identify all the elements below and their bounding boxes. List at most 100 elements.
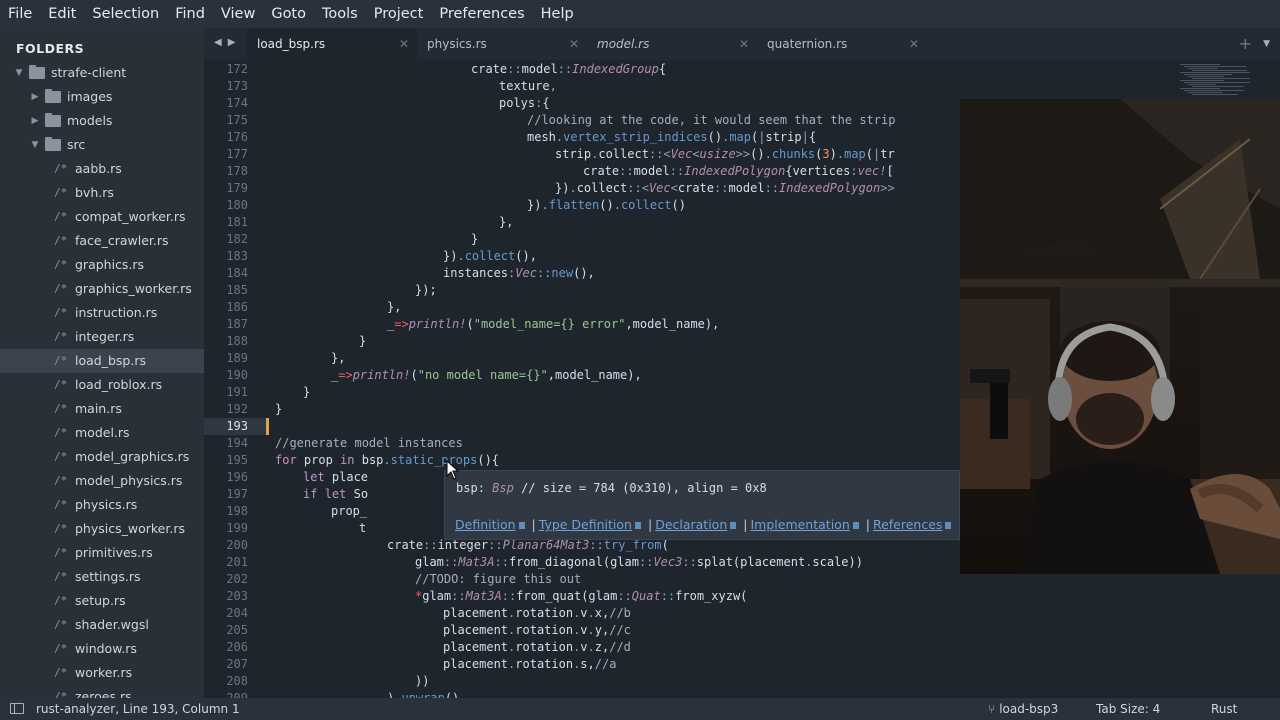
branch-icon: ⑂ — [988, 702, 996, 716]
menu-help[interactable]: Help — [533, 0, 582, 28]
tab-next-icon[interactable]: ▶ — [228, 37, 236, 48]
tree-file-instruction-rs[interactable]: /* instruction.rs — [0, 301, 204, 325]
menu-file[interactable]: File — [0, 0, 40, 28]
tree-item-label: physics_worker.rs — [75, 521, 185, 536]
menu-preferences[interactable]: Preferences — [431, 0, 532, 28]
file-icon: /* — [54, 378, 68, 391]
line-number: 175 — [226, 113, 248, 127]
file-icon: /* — [54, 330, 68, 343]
tree-file-integer-rs[interactable]: /* integer.rs — [0, 325, 204, 349]
tree-file-setup-rs[interactable]: /* setup.rs — [0, 589, 204, 613]
tree-file-model-physics-rs[interactable]: /* model_physics.rs — [0, 469, 204, 493]
chevron-right-icon[interactable]: ▶ — [30, 109, 40, 133]
file-icon: /* — [54, 450, 68, 463]
chevron-down-icon[interactable]: ▼ — [14, 61, 24, 85]
tree-folder-src[interactable]: ▼ src — [0, 133, 204, 157]
close-icon[interactable]: ✕ — [399, 28, 409, 60]
menu-tools[interactable]: Tools — [314, 0, 366, 28]
chevron-right-icon[interactable]: ▶ — [30, 85, 40, 109]
close-icon[interactable]: ✕ — [739, 28, 749, 60]
tab-load-bsp-rs[interactable]: load_bsp.rs ✕ — [247, 28, 417, 60]
code-line: } — [303, 385, 311, 399]
new-tab-icon[interactable]: + — [1239, 28, 1252, 60]
line-number: 207 — [226, 657, 248, 671]
tree-file-load-roblox-rs[interactable]: /* load_roblox.rs — [0, 373, 204, 397]
file-icon: /* — [54, 474, 68, 487]
menu-goto[interactable]: Goto — [263, 0, 314, 28]
line-number: 194 — [226, 436, 248, 450]
tree-folder-images[interactable]: ▶ images — [0, 85, 204, 109]
tree-file-main-rs[interactable]: /* main.rs — [0, 397, 204, 421]
tree-file-settings-rs[interactable]: /* settings.rs — [0, 565, 204, 589]
panel-toggle-icon[interactable] — [10, 703, 24, 714]
tree-file-load-bsp-rs[interactable]: /* load_bsp.rs — [0, 349, 204, 373]
tree-file-graphics-rs[interactable]: /* graphics.rs — [0, 253, 204, 277]
line-number: 195 — [226, 453, 248, 467]
line-number: 209 — [226, 691, 248, 698]
code-line: strip.collect::<Vec<usize>>().chunks(3).… — [555, 147, 895, 161]
tree-item-label: model_physics.rs — [75, 473, 183, 488]
tab-quaternion-rs[interactable]: quaternion.rs ✕ — [757, 28, 927, 60]
tree-file-shader-wgsl[interactable]: /* shader.wgsl — [0, 613, 204, 637]
hover-link-declaration[interactable]: Declaration — [655, 517, 727, 532]
tree-file-zeroes-rs[interactable]: /* zeroes.rs — [0, 685, 204, 698]
menu-project[interactable]: Project — [366, 0, 432, 28]
tree-file-compat-worker-rs[interactable]: /* compat_worker.rs — [0, 205, 204, 229]
close-icon[interactable]: ✕ — [909, 28, 919, 60]
line-number: 206 — [226, 640, 248, 654]
tab-nav-arrows[interactable]: ◀ ▶ — [214, 28, 241, 60]
file-icon: /* — [54, 618, 68, 631]
menu-bar: File Edit Selection Find View Goto Tools Projec… — [0, 0, 1280, 28]
line-number: 205 — [226, 623, 248, 637]
minimap-line — [1180, 88, 1220, 89]
code-line: placement.rotation.v.y,//c — [443, 623, 631, 637]
menu-view[interactable]: View — [213, 0, 263, 28]
hover-signature-type: Bsp — [492, 481, 514, 495]
chevron-down-icon[interactable]: ▼ — [30, 133, 40, 157]
code-line: }); — [415, 283, 437, 297]
tree-folder-strafe-client[interactable]: ▼ strafe-client — [0, 61, 204, 85]
hover-link-definition[interactable]: Definition — [455, 517, 516, 532]
tree-file-face-crawler-rs[interactable]: /* face_crawler.rs — [0, 229, 204, 253]
tree-folder-models[interactable]: ▶ models — [0, 109, 204, 133]
line-number: 187 — [226, 317, 248, 331]
file-icon: /* — [54, 186, 68, 199]
tree-file-graphics-worker-rs[interactable]: /* graphics_worker.rs — [0, 277, 204, 301]
tree-item-label: physics.rs — [75, 497, 138, 512]
tree-file-model-graphics-rs[interactable]: /* model_graphics.rs — [0, 445, 204, 469]
tree-file-physics-worker-rs[interactable]: /* physics_worker.rs — [0, 517, 204, 541]
tree-file-model-rs[interactable]: /* model.rs — [0, 421, 204, 445]
menu-find[interactable]: Find — [167, 0, 213, 28]
minimap[interactable] — [1172, 60, 1272, 100]
tab-prev-icon[interactable]: ◀ — [214, 37, 222, 48]
tree-file-window-rs[interactable]: /* window.rs — [0, 637, 204, 661]
line-number: 192 — [226, 402, 248, 416]
tab-label: model.rs — [597, 37, 650, 51]
tab-model-rs[interactable]: model.rs ✕ — [587, 28, 757, 60]
menu-selection[interactable]: Selection — [84, 0, 167, 28]
tab-size[interactable]: Tab Size: 4 — [1096, 698, 1160, 720]
tree-file-worker-rs[interactable]: /* worker.rs — [0, 661, 204, 685]
line-number: 197 — [226, 487, 248, 501]
syntax-mode[interactable]: Rust — [1211, 698, 1237, 720]
hover-link-implementation[interactable]: Implementation — [750, 517, 849, 532]
tree-item-label: window.rs — [75, 641, 137, 656]
tree-file-physics-rs[interactable]: /* physics.rs — [0, 493, 204, 517]
code-line: } — [275, 402, 283, 416]
hover-popup: bsp: Bsp // size = 784 (0x310), align = … — [444, 470, 1017, 540]
file-icon: /* — [54, 354, 68, 367]
tree-file-aabb-rs[interactable]: /* aabb.rs — [0, 157, 204, 181]
hover-link-references[interactable]: References — [873, 517, 942, 532]
hover-link-type-definition[interactable]: Type Definition — [539, 517, 632, 532]
close-icon[interactable]: ✕ — [569, 28, 579, 60]
tab-physics-rs[interactable]: physics.rs ✕ — [417, 28, 587, 60]
tab-list-icon[interactable]: ▼ — [1263, 28, 1270, 60]
minimap-line — [1180, 80, 1224, 81]
git-branch[interactable]: ⑂ load-bsp3 — [988, 698, 1058, 720]
menu-edit[interactable]: Edit — [40, 0, 84, 28]
code-line: //TODO: figure this out — [415, 572, 582, 586]
code-line: crate::model::IndexedPolygon{vertices:ve… — [583, 164, 894, 178]
tree-file-primitives-rs[interactable]: /* primitives.rs — [0, 541, 204, 565]
tree-file-bvh-rs[interactable]: /* bvh.rs — [0, 181, 204, 205]
line-number: 203 — [226, 589, 248, 603]
